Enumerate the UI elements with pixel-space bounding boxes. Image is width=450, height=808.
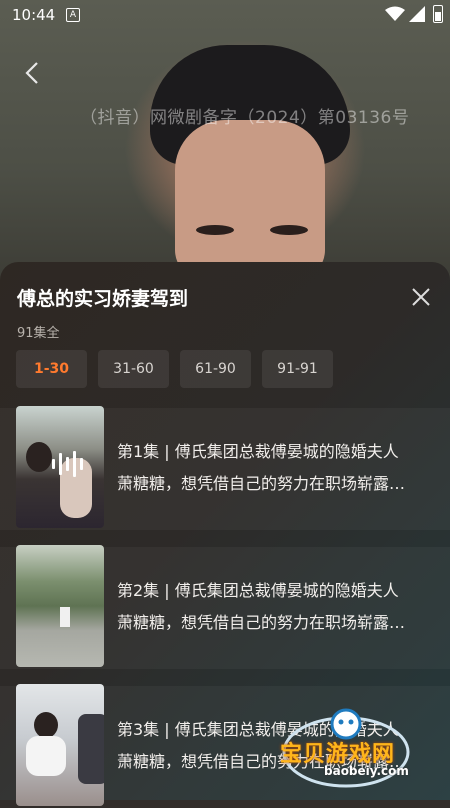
episode-range-tabs: 1-30 31-60 61-90 91-91 [16, 350, 333, 388]
video-face [175, 120, 325, 280]
episode-count: 91集全 [17, 326, 60, 341]
site-watermark-url: baobeiy.com [324, 764, 409, 778]
video-frame[interactable] [0, 0, 450, 280]
episode-synopsis: 萧糖糖，想凭借自己的努力在职场崭露… [117, 613, 406, 632]
status-time: 10:44 [12, 6, 56, 24]
back-button[interactable] [18, 58, 48, 88]
episode-thumbnail [16, 406, 104, 528]
tab-range-61-90[interactable]: 61-90 [180, 350, 251, 388]
back-arrow-icon [25, 62, 38, 84]
episode-synopsis: 萧糖糖，想凭借自己的努力在职场崭露… [117, 474, 406, 493]
tab-range-31-60[interactable]: 31-60 [98, 350, 169, 388]
app-notification-icon: A [66, 8, 80, 22]
status-bar: 10:44 A [0, 0, 450, 30]
signal-icon [409, 6, 425, 22]
video-eye-right [270, 225, 308, 235]
battery-icon [433, 5, 443, 23]
close-icon [412, 288, 430, 306]
close-button[interactable] [408, 284, 434, 310]
tab-range-1-30[interactable]: 1-30 [16, 350, 87, 388]
episode-item-1[interactable]: 第1集 | 傅氏集团总裁傅晏城的隐婚夫人 萧糖糖，想凭借自己的努力在职场崭露… [0, 406, 450, 530]
episode-item-2[interactable]: 第2集 | 傅氏集团总裁傅晏城的隐婚夫人 萧糖糖，想凭借自己的努力在职场崭露… [0, 545, 450, 669]
tab-range-91-91[interactable]: 91-91 [262, 350, 333, 388]
episode-thumbnail [16, 684, 104, 806]
episode-title: 第1集 | 傅氏集团总裁傅晏城的隐婚夫人 [117, 442, 399, 461]
drama-title: 傅总的实习娇妻驾到 [17, 288, 189, 310]
video-eye-left [196, 225, 234, 235]
episode-thumbnail [16, 545, 104, 667]
wifi-icon [385, 6, 405, 21]
equalizer-icon [52, 451, 83, 477]
video-license-watermark: （抖音）网微剧备字（2024）第03136号 [80, 108, 410, 128]
episode-title: 第2集 | 傅氏集团总裁傅晏城的隐婚夫人 [117, 581, 399, 600]
